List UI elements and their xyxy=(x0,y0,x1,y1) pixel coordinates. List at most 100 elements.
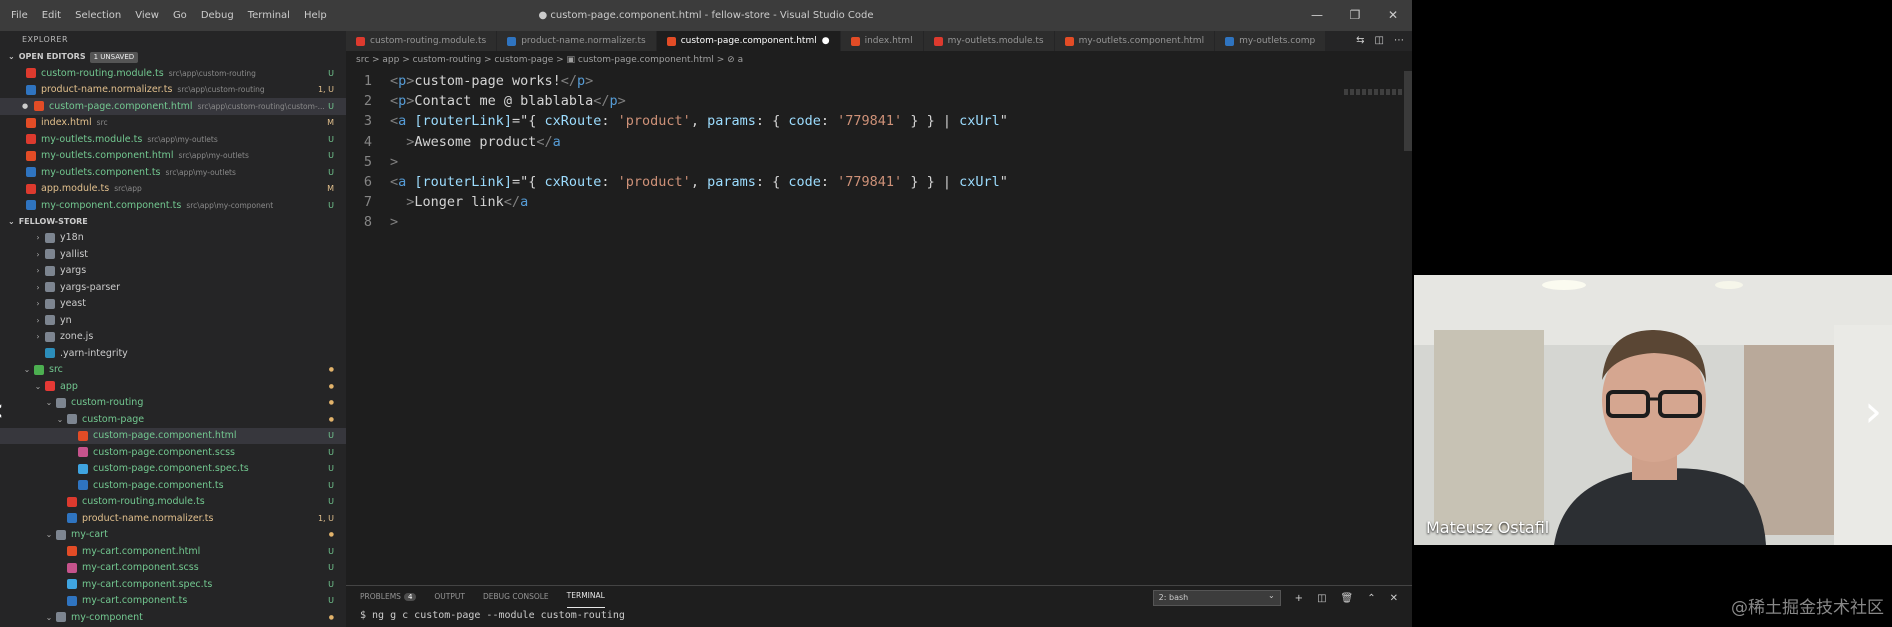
code-token: cxRoute xyxy=(544,173,602,190)
editor-tab[interactable]: custom-routing.module.ts xyxy=(346,31,498,51)
tree-item[interactable]: ⌄ src ● xyxy=(0,362,346,379)
tree-item[interactable]: custom-routing.module.ts U xyxy=(0,494,346,511)
editor-tab[interactable]: my-outlets.comp xyxy=(1215,31,1327,51)
tree-item[interactable]: my-cart.component.spec.ts U xyxy=(0,576,346,593)
dirty-dot-icon[interactable]: ● xyxy=(822,31,830,51)
open-editor-item[interactable]: custom-routing.module.ts src\app\custom-r… xyxy=(0,65,346,82)
tree-item[interactable]: my-cart.component.scss U xyxy=(0,560,346,577)
split-terminal-icon[interactable]: ◫ xyxy=(1317,593,1326,604)
file-path: src\app\custom-routing\custom-... xyxy=(197,101,325,111)
open-editor-item[interactable]: ● custom-page.component.html src\app\custo… xyxy=(0,98,346,115)
editor-tab[interactable]: index.html xyxy=(840,31,924,51)
tree-item[interactable]: .yarn-integrity xyxy=(0,345,346,362)
maximize-icon[interactable]: ❐ xyxy=(1336,0,1374,31)
tree-item[interactable]: › yargs xyxy=(0,263,346,280)
editor-tab[interactable]: my-outlets.module.ts xyxy=(923,31,1055,51)
close-panel-icon[interactable]: ✕ xyxy=(1390,593,1398,604)
project-header[interactable]: ⌄ FELLOW-STORE xyxy=(0,214,346,230)
panel-tab-output[interactable]: OUTPUT xyxy=(434,586,465,608)
editor-tab[interactable]: my-outlets.component.html xyxy=(1054,31,1216,51)
tree-item[interactable]: › y18n xyxy=(0,230,346,247)
tree-item[interactable]: › yn xyxy=(0,312,346,329)
tree-item[interactable]: › yallist xyxy=(0,246,346,263)
more-actions-icon[interactable]: ⋯ xyxy=(1394,31,1404,51)
code-token: : { xyxy=(755,113,789,130)
chevron-right-icon[interactable]: › xyxy=(1864,390,1882,434)
open-editor-item[interactable]: index.html src M xyxy=(0,115,346,132)
code-token: [routerLink] xyxy=(406,113,512,130)
tree-item[interactable]: custom-page.component.html U xyxy=(0,427,346,444)
git-status: U xyxy=(328,68,334,78)
vertical-scrollbar[interactable] xyxy=(1404,71,1412,151)
tree-item[interactable]: ⌄ custom-page ● xyxy=(0,411,346,428)
menu-item-terminal[interactable]: Terminal xyxy=(241,0,297,31)
split-editor-icon[interactable]: ◫ xyxy=(1375,31,1384,51)
terminal-line[interactable]: $ ng g c custom-page --module custom-rou… xyxy=(346,608,1412,624)
open-editor-item[interactable]: product-name.normalizer.ts src\app\custom… xyxy=(0,82,346,99)
angular-ts-icon xyxy=(78,480,88,491)
breadcrumb[interactable]: src > app > custom-routing > custom-page… xyxy=(346,51,1412,69)
menu-item-view[interactable]: View xyxy=(128,0,166,31)
minimap[interactable] xyxy=(1344,89,1404,95)
open-editor-item[interactable]: my-outlets.component.ts src\app\my-outlet… xyxy=(0,164,346,181)
tree-item[interactable]: ⌄ app ● xyxy=(0,378,346,395)
tree-item[interactable]: my-cart.component.html U xyxy=(0,543,346,560)
code-token: code xyxy=(788,113,821,130)
open-editor-item[interactable]: app.module.ts src\app M xyxy=(0,181,346,198)
tree-item[interactable]: › yargs-parser xyxy=(0,279,346,296)
tree-item[interactable]: custom-page.component.scss U xyxy=(0,444,346,461)
panel-tab-terminal[interactable]: TERMINAL xyxy=(566,586,605,608)
tree-item-label: custom-routing.module.ts xyxy=(82,496,205,508)
menu-item-help[interactable]: Help xyxy=(297,0,334,31)
menu-item-file[interactable]: File xyxy=(4,0,35,31)
code-token: </ xyxy=(536,133,553,150)
code-editor[interactable]: 1 <p>custom-page works!</p> 2 <p>Contact me… xyxy=(346,71,1412,233)
panel-actions: 2: bash + ◫ 🗑 ⌃ ✕ xyxy=(1152,589,1398,606)
trash-icon[interactable]: 🗑 xyxy=(1341,593,1354,604)
file-path: src xyxy=(96,118,108,128)
tree-item[interactable]: custom-page.component.ts U xyxy=(0,477,346,494)
chevron-up-icon[interactable]: ⌃ xyxy=(1367,593,1375,604)
tree-item[interactable]: › yeast xyxy=(0,296,346,313)
code-token: : xyxy=(601,173,618,190)
code-text: <a [routerLink]="{ cxRoute: 'product', p… xyxy=(390,172,1008,192)
tree-item[interactable]: ⌄ my-component ● xyxy=(0,609,346,626)
tree-item[interactable]: custom-page.component.spec.ts U xyxy=(0,461,346,478)
open-editors-header[interactable]: ⌄ OPEN EDITORS 1 UNSAVED xyxy=(0,49,346,65)
terminal-select[interactable]: 2: bash xyxy=(1152,589,1281,606)
tree-item[interactable]: my-cart.component.ts U xyxy=(0,593,346,610)
code-token: : { xyxy=(755,173,789,190)
tree-item[interactable]: › zone.js xyxy=(0,329,346,346)
html-icon xyxy=(34,101,44,112)
menu-item-edit[interactable]: Edit xyxy=(35,0,68,31)
git-status: ● xyxy=(328,382,334,390)
compare-icon[interactable]: ⇆ xyxy=(1356,31,1364,51)
editor-tab[interactable]: custom-page.component.html ● xyxy=(656,31,841,51)
tree-item[interactable]: product-name.normalizer.ts 1, U xyxy=(0,510,346,527)
open-editor-item[interactable]: my-outlets.component.html src\app\my-outl… xyxy=(0,148,346,165)
tree-item[interactable]: ⌄ my-cart ● xyxy=(0,527,346,544)
typescript-icon xyxy=(26,84,36,95)
minimize-icon[interactable]: — xyxy=(1298,0,1336,31)
menu-item-go[interactable]: Go xyxy=(166,0,194,31)
panel-tab-debug-console[interactable]: DEBUG CONSOLE xyxy=(483,586,549,608)
code-line: 3 <a [routerLink]="{ cxRoute: 'product', … xyxy=(346,111,1412,131)
line-number: 6 xyxy=(363,173,372,190)
menu-item-selection[interactable]: Selection xyxy=(68,0,128,31)
chevron-left-icon[interactable]: ‹ xyxy=(0,396,4,426)
file-name: product-name.normalizer.ts xyxy=(41,84,173,96)
open-editor-item[interactable]: my-component.component.ts src\app\my-comp… xyxy=(0,197,346,214)
git-status: U xyxy=(328,447,334,457)
open-editor-item[interactable]: my-outlets.module.ts src\app\my-outlets U xyxy=(0,131,346,148)
folder-icon xyxy=(67,414,77,425)
panel-tab-problems[interactable]: PROBLEMS 4 xyxy=(360,586,417,608)
menu-item-debug[interactable]: Debug xyxy=(194,0,241,31)
html-icon xyxy=(78,430,88,441)
plus-icon[interactable]: + xyxy=(1295,593,1303,604)
folder-icon xyxy=(45,232,55,243)
tree-item[interactable]: ⌄ custom-routing ● xyxy=(0,395,346,412)
close-icon[interactable]: ✕ xyxy=(1374,0,1412,31)
unsaved-dot-icon[interactable]: ● xyxy=(22,102,28,110)
editor-tab[interactable]: product-name.normalizer.ts xyxy=(497,31,657,51)
folder-icon xyxy=(45,249,55,260)
